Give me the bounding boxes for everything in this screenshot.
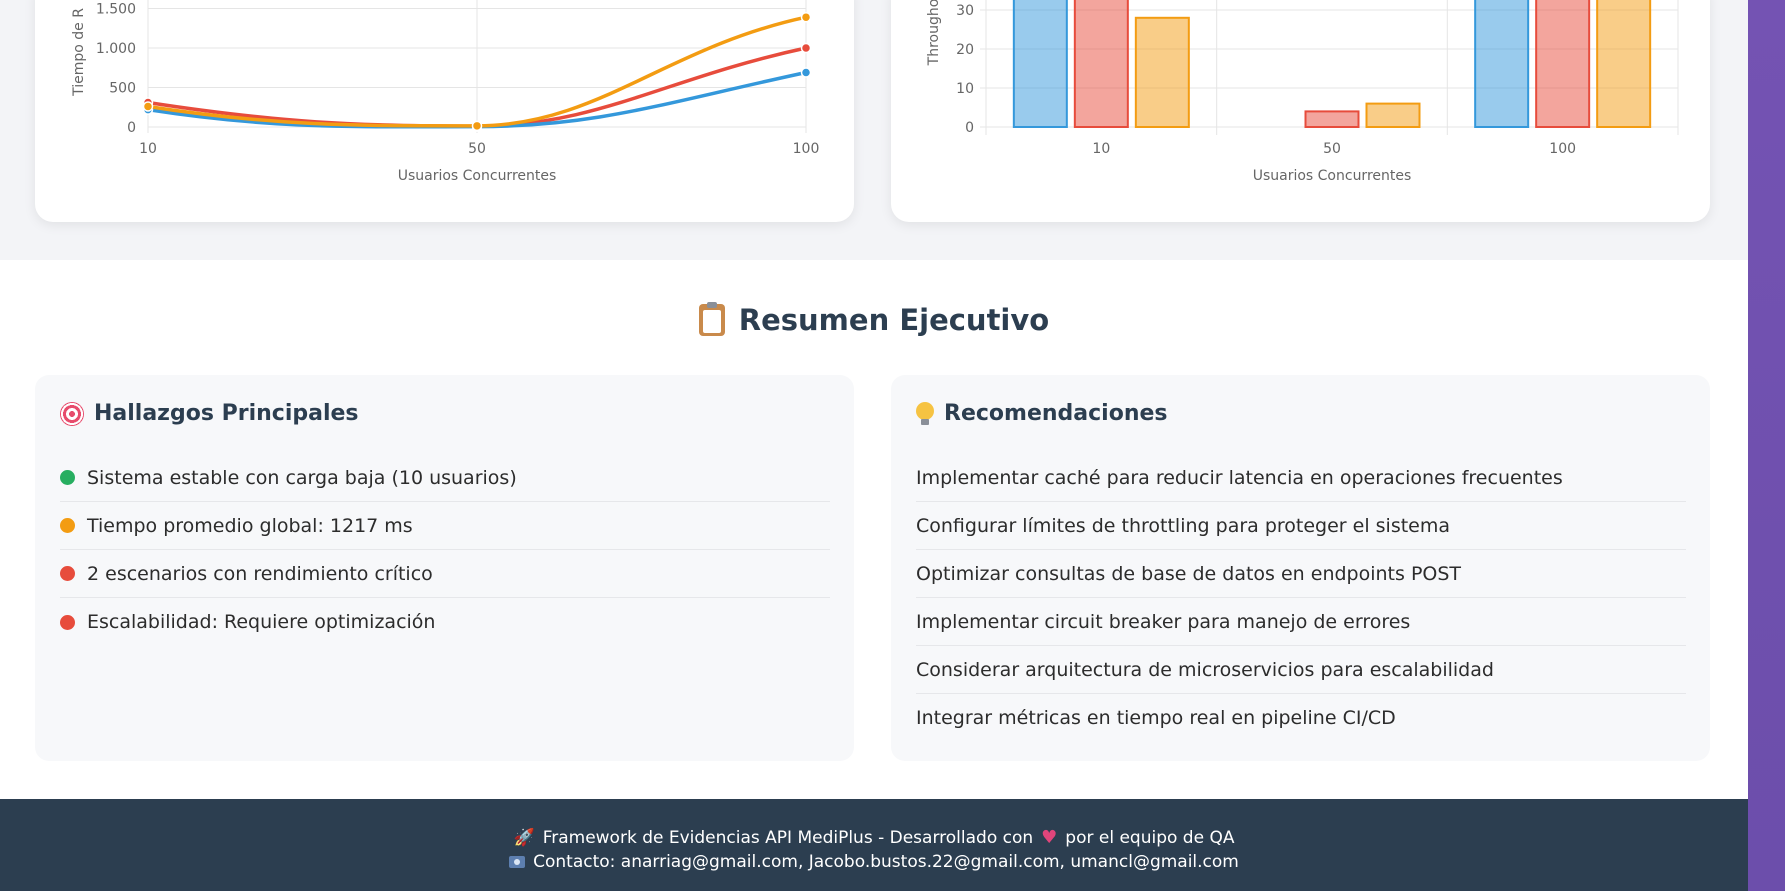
findings-panel: Hallazgos Principales Sistema estable co… <box>35 375 854 761</box>
report-page: 0 500 1.000 1.500 10 50 100 Usuarios Concurrent… <box>0 0 1748 891</box>
summary-title-text: Resumen Ejecutivo <box>738 303 1050 337</box>
findings-title: Hallazgos Principales <box>60 401 359 426</box>
y-axis-label: Tiempo de R <box>71 8 87 97</box>
y-tick-label: 0 <box>127 120 136 136</box>
bar <box>1073 0 1129 128</box>
recommendation-item: Considerar arquitectura de microservicio… <box>916 646 1686 694</box>
status-dot-icon <box>60 614 75 630</box>
lightbulb-icon <box>916 401 934 426</box>
recommendations-title-text: Recomendaciones <box>944 401 1168 426</box>
bar <box>1134 16 1190 128</box>
recommendation-text: Configurar límites de throttling para pr… <box>916 514 1451 537</box>
y-axis-label: Througho <box>926 0 942 66</box>
finding-text: Tiempo promedio global: 1217 ms <box>87 514 413 537</box>
bar <box>1535 0 1591 128</box>
data-point <box>142 101 154 112</box>
bar <box>1596 0 1652 128</box>
email-icon <box>509 856 526 868</box>
finding-item: Sistema estable con carga baja (10 usuar… <box>60 454 830 502</box>
throughput-chart-card: 0 10 20 30 10 50 100 Usuarios Concurrentes Throu… <box>891 0 1710 222</box>
recommendation-item: Optimizar consultas de base de datos en … <box>916 550 1686 598</box>
finding-text: 2 escenarios con rendimiento crítico <box>87 562 433 585</box>
bar <box>1012 0 1068 128</box>
data-point <box>800 11 812 23</box>
x-axis-label: Usuarios Concurrentes <box>398 168 557 184</box>
heart-icon: ♥ <box>1041 827 1058 848</box>
response-time-chart-card: 0 500 1.000 1.500 10 50 100 Usuarios Concurrent… <box>35 0 854 222</box>
rocket-icon: 🚀 <box>513 828 535 848</box>
recommendation-text: Optimizar consultas de base de datos en … <box>916 562 1462 585</box>
status-dot-icon <box>60 518 75 533</box>
x-tick-label: 100 <box>793 141 820 157</box>
footer-credits-suffix: por el equipo de QA <box>1065 828 1235 848</box>
data-point <box>800 67 812 78</box>
clipboard-icon <box>698 302 725 336</box>
page-background-edge <box>1748 0 1785 891</box>
recommendation-item: Implementar circuit breaker para manejo … <box>916 598 1686 646</box>
finding-item: Tiempo promedio global: 1217 ms <box>60 502 830 550</box>
x-axis-label: Usuarios Concurrentes <box>1253 168 1412 184</box>
recommendation-text: Implementar circuit breaker para manejo … <box>916 610 1411 633</box>
y-tick-label: 10 <box>956 81 974 97</box>
bar <box>1304 110 1360 128</box>
summary-heading: Resumen Ejecutivo <box>0 298 1748 342</box>
y-tick-label: 30 <box>956 3 974 19</box>
recommendation-item: Implementar caché para reducir latencia … <box>916 454 1686 502</box>
bar <box>1474 0 1530 128</box>
charts-section: 0 500 1.000 1.500 10 50 100 Usuarios Concurrent… <box>0 0 1748 260</box>
footer-credits: 🚀 Framework de Evidencias API MediPlus -… <box>0 826 1748 850</box>
finding-item: Escalabilidad: Requiere optimización <box>60 598 830 646</box>
recommendation-item: Configurar límites de throttling para pr… <box>916 502 1686 550</box>
footer-contact: Contacto: anarriag@gmail.com, Jacobo.bus… <box>0 850 1748 874</box>
y-tick-label: 1.000 <box>96 41 136 57</box>
recommendation-text: Implementar caché para reducir latencia … <box>916 466 1563 489</box>
x-tick-label: 100 <box>1549 141 1576 157</box>
finding-text: Escalabilidad: Requiere optimización <box>87 611 436 633</box>
recommendation-text: Integrar métricas en tiempo real en pipe… <box>916 707 1396 729</box>
findings-list: Sistema estable con carga baja (10 usuar… <box>60 454 830 646</box>
footer: 🚀 Framework de Evidencias API MediPlus -… <box>0 799 1748 891</box>
recommendations-title: Recomendaciones <box>916 401 1168 426</box>
x-tick-label: 50 <box>1323 141 1341 157</box>
status-dot-icon <box>60 566 75 581</box>
y-tick-label: 1.500 <box>96 2 136 18</box>
finding-item: 2 escenarios con rendimiento crítico <box>60 550 830 598</box>
recommendations-panel: Recomendaciones Implementar caché para r… <box>891 375 1710 761</box>
recommendation-item: Integrar métricas en tiempo real en pipe… <box>916 694 1686 742</box>
footer-credits-prefix: Framework de Evidencias API MediPlus - D… <box>542 828 1034 848</box>
footer-contact-text: Contacto: anarriag@gmail.com, Jacobo.bus… <box>533 852 1239 872</box>
recommendations-list: Implementar caché para reducir latencia … <box>916 454 1686 742</box>
bar <box>1365 102 1421 128</box>
y-tick-label: 0 <box>965 120 974 136</box>
target-icon <box>60 401 84 426</box>
finding-text: Sistema estable con carga baja (10 usuar… <box>87 466 517 489</box>
throughput-bar-chart: 0 10 20 30 10 50 100 Usuarios Concurrentes Throu… <box>926 0 1679 184</box>
x-tick-label: 10 <box>1092 141 1110 157</box>
x-tick-label: 50 <box>468 141 486 157</box>
findings-title-text: Hallazgos Principales <box>94 401 359 426</box>
y-tick-label: 500 <box>109 81 136 97</box>
data-point <box>800 42 812 54</box>
data-point <box>471 120 483 132</box>
y-tick-label: 20 <box>956 42 974 58</box>
response-time-line-chart: 0 500 1.000 1.500 10 50 100 Usuarios Concurrent… <box>71 0 820 184</box>
x-tick-label: 10 <box>139 141 157 157</box>
status-dot-icon <box>60 470 75 485</box>
recommendation-text: Considerar arquitectura de microservicio… <box>916 658 1494 681</box>
